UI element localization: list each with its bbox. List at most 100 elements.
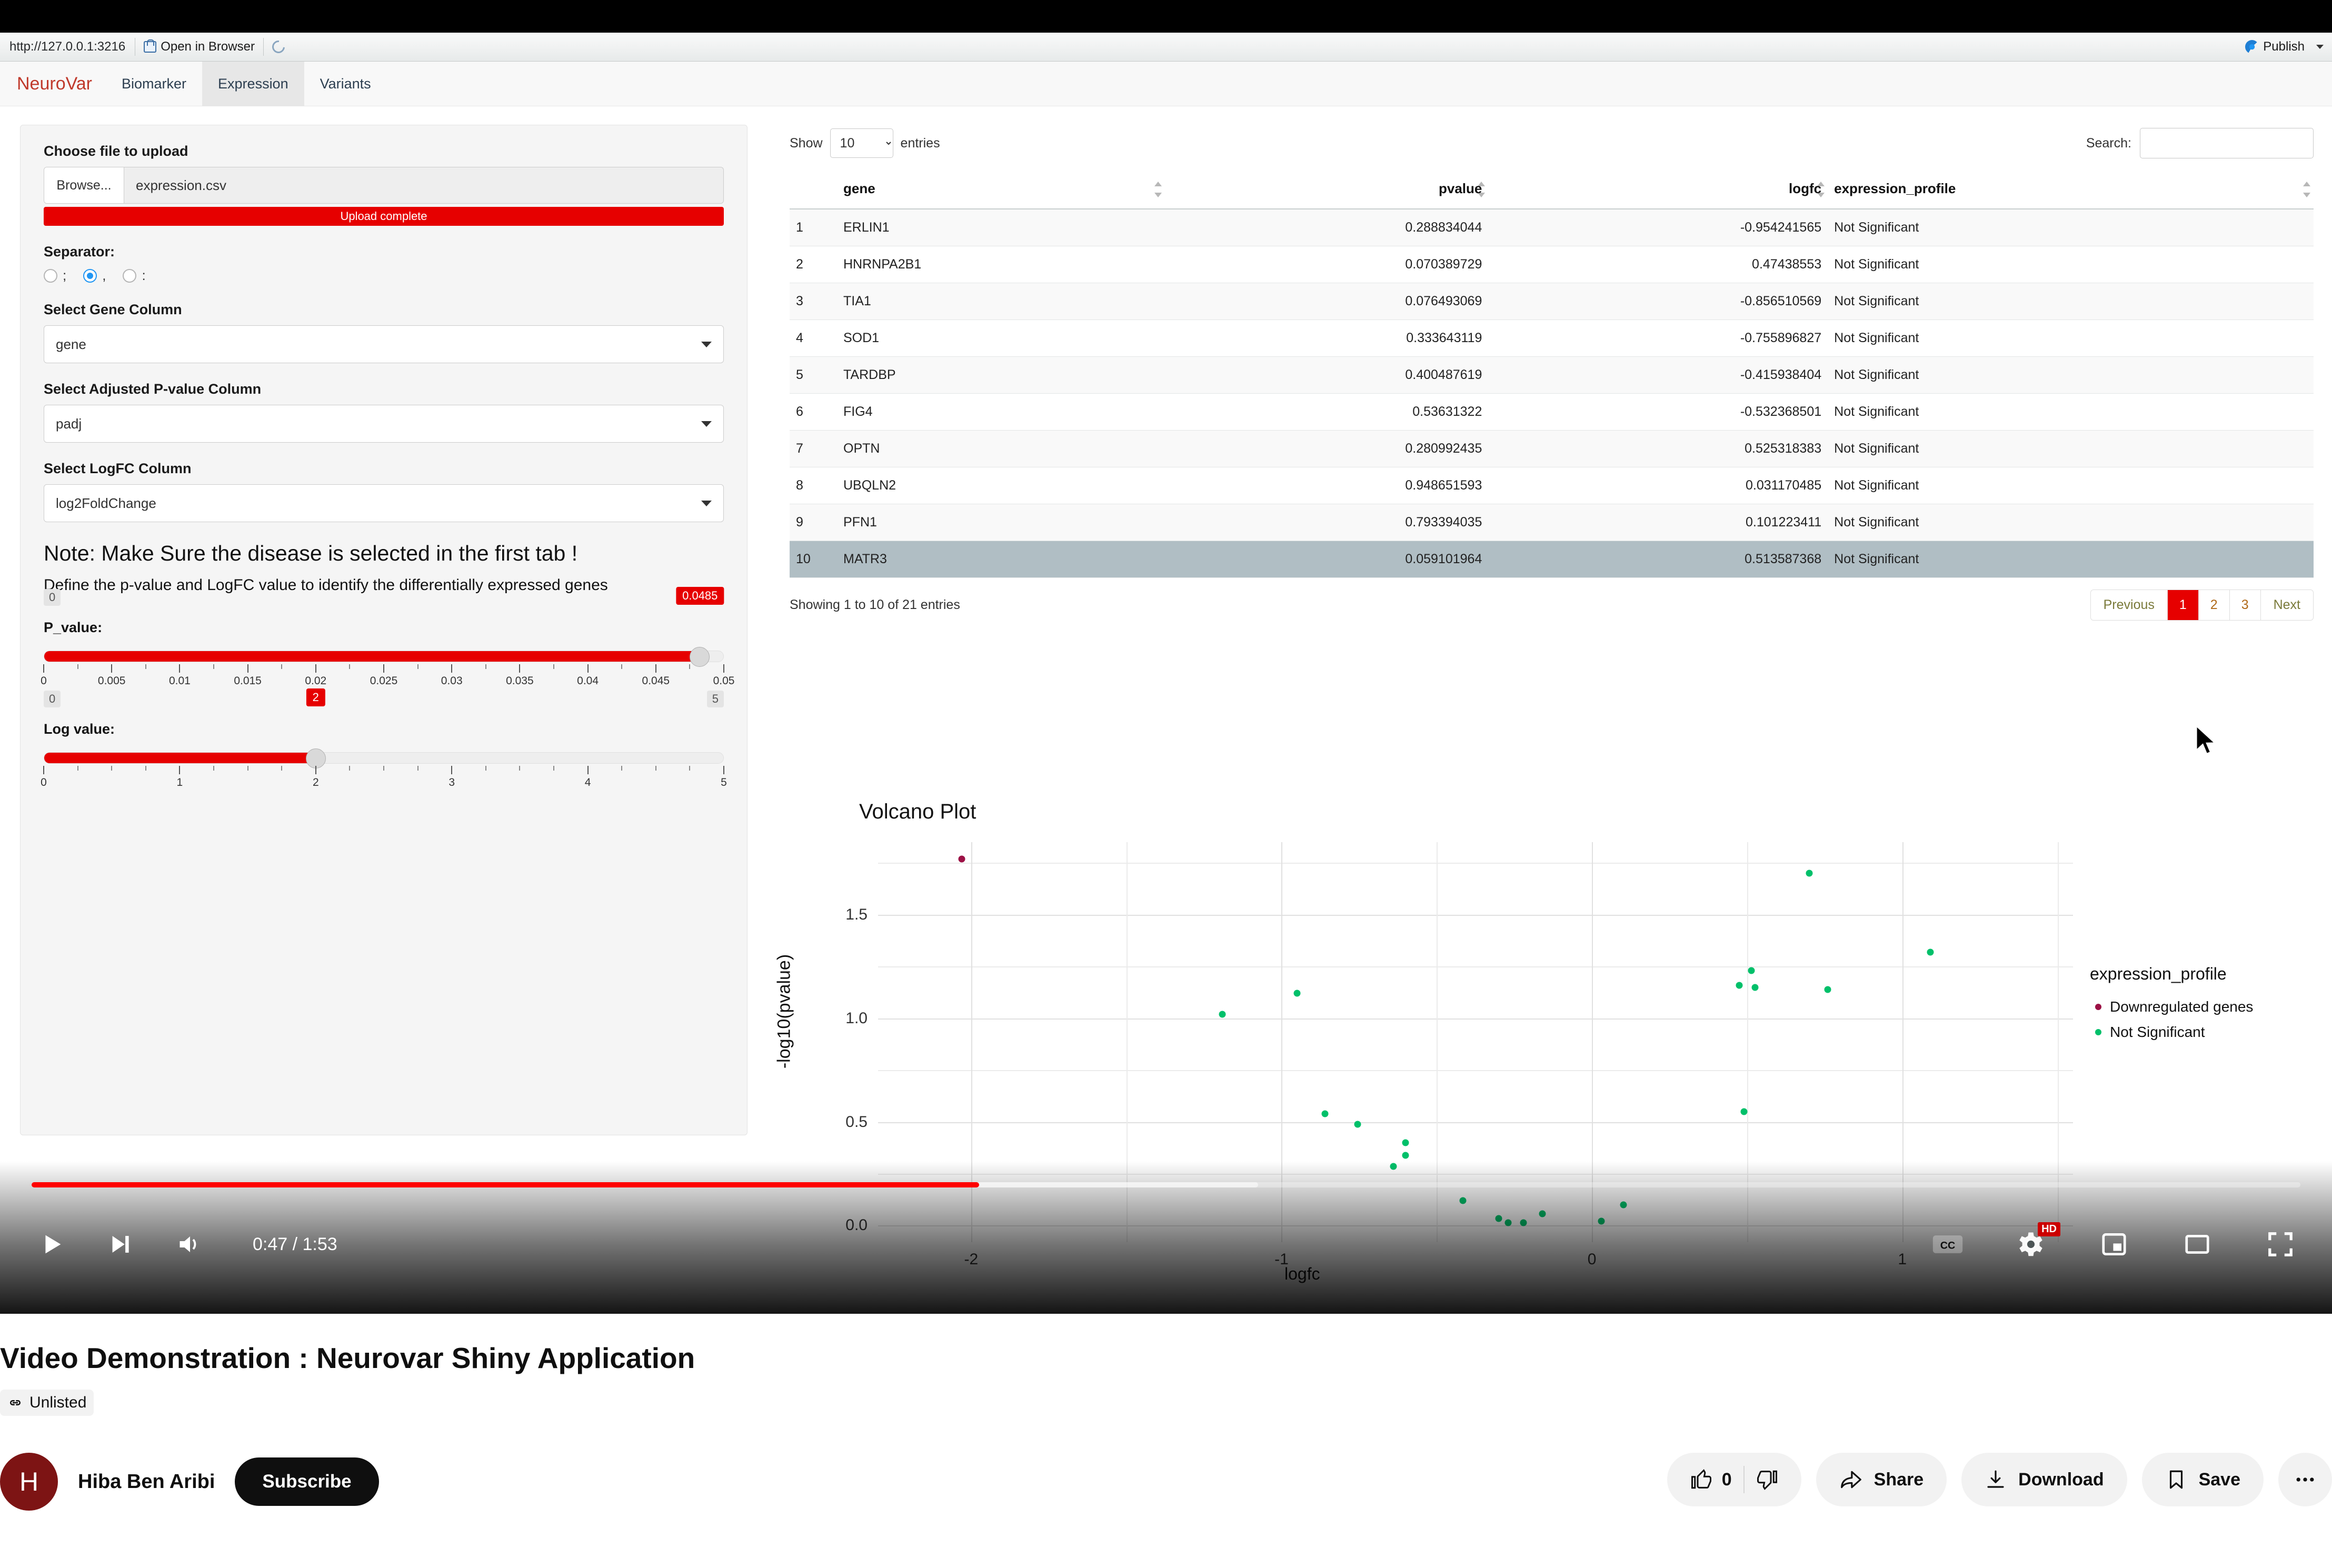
padj-column-value: padj: [56, 415, 82, 432]
tab-variants[interactable]: Variants: [304, 62, 387, 106]
save-button[interactable]: Save: [2141, 1453, 2264, 1506]
cell-expression-profile: Not Significant: [1828, 283, 2314, 320]
play-button[interactable]: [32, 1224, 72, 1264]
theater-mode-button[interactable]: [2177, 1224, 2217, 1264]
data-point-not-significant: [1402, 1139, 1409, 1146]
video-player-frame[interactable]: http://127.0.0.1:3216 Open in Browser Pu…: [0, 0, 2332, 1314]
open-in-browser-button[interactable]: Open in Browser: [135, 33, 263, 61]
pagination-next[interactable]: Next: [2260, 590, 2313, 620]
page-length-select[interactable]: 102550100: [830, 128, 893, 158]
fullscreen-button[interactable]: [2260, 1224, 2300, 1264]
settings-button[interactable]: HD: [2011, 1222, 2060, 1264]
table-row[interactable]: 6 FIG4 0.53631322 -0.532368501 Not Significa…: [790, 393, 2314, 431]
radio-colon-icon[interactable]: [123, 268, 137, 283]
page-length-control[interactable]: Show 102550100 entries: [790, 128, 940, 158]
data-point-not-significant: [1740, 1108, 1748, 1115]
row-index: 2: [790, 246, 837, 283]
cell-pvalue: 0.400487619: [1164, 356, 1489, 394]
table-row[interactable]: 5 TARDBP 0.400487619 -0.415938404 Not Signif…: [790, 356, 2314, 394]
progress-scrubber[interactable]: [32, 1182, 2300, 1187]
table-row[interactable]: 9 PFN1 0.793394035 0.101223411 Not Significa…: [790, 504, 2314, 541]
more-actions-button[interactable]: [2278, 1453, 2332, 1506]
pagination-page-1[interactable]: 1: [2167, 590, 2199, 620]
slider-tick-label: 0.02: [305, 674, 327, 687]
pvalue-slider-label: P_value:: [44, 619, 103, 635]
sort-icon-logfc[interactable]: [1817, 182, 1825, 197]
slider-minor-tick: [145, 664, 146, 669]
slider-tick: [179, 664, 181, 673]
logvalue-slider[interactable]: Log value: 0 5 2 0 1 2 3 4 5: [41, 688, 727, 790]
link-icon: [10, 1400, 21, 1405]
table-row[interactable]: 8 UBQLN2 0.948651593 0.031170485 Not Signifi…: [790, 467, 2314, 504]
logvalue-slider-track[interactable]: [44, 748, 724, 768]
sort-icon-pvalue[interactable]: [1478, 182, 1486, 197]
tab-expression[interactable]: Expression: [202, 62, 304, 106]
separator-option-comma[interactable]: ,: [83, 267, 106, 284]
slider-tick-label: 0: [41, 674, 47, 687]
visibility-label: Unlisted: [29, 1394, 87, 1411]
padj-column-select[interactable]: padj: [44, 405, 724, 443]
col-expression-profile[interactable]: expression_profile: [1828, 173, 2314, 209]
datatable-footer: Showing 1 to 10 of 21 entries Previous 1…: [790, 590, 2314, 621]
table-row[interactable]: 7 OPTN 0.280992435 0.525318383 Not Significa…: [790, 430, 2314, 467]
col-pvalue[interactable]: pvalue: [1164, 173, 1489, 209]
viewer-url[interactable]: http://127.0.0.1:3216: [0, 39, 135, 54]
search-control[interactable]: Search:: [2086, 128, 2314, 158]
miniplayer-button[interactable]: [2094, 1224, 2134, 1264]
separator-semicolon-label: ;: [63, 267, 67, 283]
sort-icon-expression-profile[interactable]: [2303, 182, 2310, 197]
slider-tick-label: 0.045: [642, 674, 670, 687]
datatable-toolbar: Show 102550100 entries Search:: [790, 125, 2314, 162]
download-button[interactable]: Download: [1961, 1453, 2127, 1506]
row-index: 5: [790, 356, 837, 394]
captions-button[interactable]: CC: [1928, 1224, 1968, 1264]
radio-comma-icon[interactable]: [83, 268, 97, 283]
table-row[interactable]: 2 HNRNPA2B1 0.070389729 0.47438553 Not Signi…: [790, 246, 2314, 283]
separator-option-semicolon[interactable]: ;: [44, 267, 66, 284]
radio-semicolon-icon[interactable]: [44, 268, 57, 283]
table-info: Showing 1 to 10 of 21 entries: [790, 597, 960, 612]
pagination-page-3[interactable]: 3: [2229, 590, 2261, 620]
pagination-previous[interactable]: Previous: [2090, 590, 2168, 620]
pagination[interactable]: Previous 1 2 3 Next: [2090, 590, 2314, 621]
channel-name[interactable]: Hiba Ben Aribi: [78, 1471, 215, 1493]
rstudio-viewer-toolbar: http://127.0.0.1:3216 Open in Browser Pu…: [0, 33, 2332, 62]
table-row[interactable]: 4 SOD1 0.333643119 -0.755896827 Not Signific…: [790, 319, 2314, 357]
file-input-group[interactable]: Browse... expression.csv: [44, 167, 724, 204]
browse-button[interactable]: Browse...: [44, 167, 124, 203]
pagination-page-2[interactable]: 2: [2198, 590, 2230, 620]
app-brand[interactable]: NeuroVar: [0, 62, 106, 106]
col-logfc[interactable]: logfc: [1488, 173, 1828, 209]
cell-logfc: -0.415938404: [1488, 356, 1828, 394]
cell-expression-profile: Not Significant: [1828, 467, 2314, 504]
chevron-down-icon[interactable]: [2316, 45, 2324, 49]
pvalue-slider-track[interactable]: [44, 646, 724, 667]
table-row[interactable]: 1 ERLIN1 0.288834044 -0.954241565 Not Signif…: [790, 209, 2314, 246]
data-point-not-significant: [1219, 1011, 1226, 1018]
volume-button[interactable]: [168, 1224, 208, 1264]
cell-pvalue: 0.070389729: [1164, 246, 1489, 283]
table-row[interactable]: 10 MATR3 0.059101964 0.513587368 Not Signifi…: [790, 541, 2314, 578]
sort-icon-gene[interactable]: [1154, 182, 1162, 197]
logfc-column-select[interactable]: log2FoldChange: [44, 484, 724, 522]
publish-button[interactable]: Publish: [2237, 33, 2332, 61]
refresh-button[interactable]: [264, 33, 293, 61]
avatar[interactable]: H: [0, 1453, 58, 1511]
table-row[interactable]: 3 TIA1 0.076493069 -0.856510569 Not Signific…: [790, 283, 2314, 320]
search-input[interactable]: [2140, 128, 2314, 158]
grid-line: [878, 1070, 2073, 1072]
share-button[interactable]: Share: [1816, 1453, 1947, 1506]
cell-expression-profile: Not Significant: [1828, 246, 2314, 283]
dislike-button[interactable]: [1756, 1469, 1778, 1491]
pvalue-slider[interactable]: P_value: 0 0.0485 0 0.005 0.01 0.015 0.02 0.0…: [41, 586, 734, 688]
tab-biomarker[interactable]: Biomarker: [106, 62, 202, 106]
gene-column-select[interactable]: gene: [44, 325, 724, 363]
separator-radio-group[interactable]: ; , :: [44, 267, 724, 284]
next-video-button[interactable]: [100, 1224, 140, 1264]
col-gene[interactable]: gene: [837, 173, 1165, 209]
subscribe-button[interactable]: Subscribe: [235, 1457, 379, 1506]
slider-tick-label: 1: [176, 776, 183, 788]
separator-option-colon[interactable]: :: [123, 267, 146, 284]
like-button[interactable]: 0: [1690, 1469, 1732, 1491]
